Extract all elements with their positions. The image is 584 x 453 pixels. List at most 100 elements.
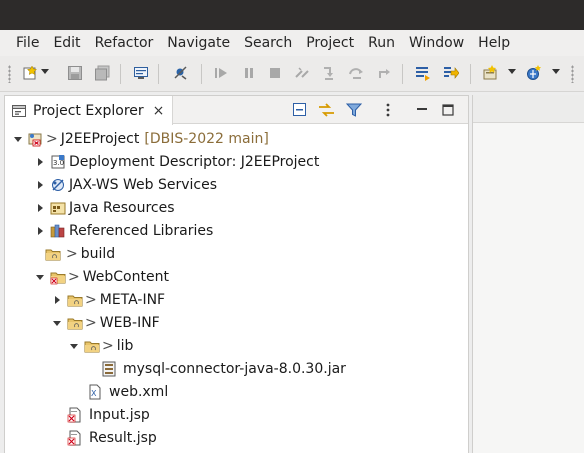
tree-row-meta-inf[interactable]: > META-INF	[52, 289, 165, 311]
folder-icon	[67, 315, 83, 331]
skip-breakpoints-icon[interactable]	[173, 65, 189, 81]
tree-label: mysql-connector-java-8.0.30.jar	[123, 361, 346, 377]
project-explorer-icon	[11, 103, 27, 119]
menu-window[interactable]: Window	[402, 30, 471, 56]
tree-label: build	[80, 246, 116, 262]
menu-project[interactable]: Project	[299, 30, 361, 56]
library-icon	[50, 223, 66, 239]
toolbar-separator	[120, 64, 121, 84]
tree-row-web-xml[interactable]: X web.xml	[87, 381, 168, 403]
expand-arrow-icon[interactable]	[13, 134, 23, 144]
menu-search[interactable]: Search	[237, 30, 299, 56]
menu-navigate[interactable]: Navigate	[160, 30, 237, 56]
tree-label: lib	[116, 338, 134, 354]
disconnect-icon[interactable]	[294, 65, 310, 81]
filter-icon[interactable]	[346, 102, 362, 118]
tree-label: WebContent	[82, 269, 169, 285]
svg-text:3.0: 3.0	[53, 159, 64, 167]
expand-arrow-icon[interactable]	[35, 203, 45, 213]
toolbar-grip[interactable]	[571, 65, 574, 83]
folder-icon	[84, 338, 100, 354]
tree-row-java-resources[interactable]: Java Resources	[35, 197, 175, 219]
tree-row-webcontent[interactable]: > WebContent	[35, 266, 169, 288]
web-services-icon	[50, 177, 66, 193]
new-server-dropdown-icon[interactable]	[508, 69, 516, 74]
tree-label: Java Resources	[69, 200, 175, 216]
save-icon[interactable]	[67, 65, 83, 81]
tree-row-deployment-descriptor[interactable]: 3.0 Deployment Descriptor: J2EEProject	[35, 151, 319, 173]
menu-run[interactable]: Run	[361, 30, 402, 56]
jar-icon	[101, 361, 117, 377]
tree-label: Result.jsp	[89, 430, 157, 446]
toolbar-separator	[402, 64, 403, 84]
tree-label: J2EEProject	[60, 131, 140, 147]
folder-icon	[45, 246, 61, 262]
expand-arrow-icon[interactable]	[35, 157, 45, 167]
expand-arrow-icon[interactable]	[52, 295, 62, 305]
expand-arrow-icon[interactable]	[35, 180, 45, 190]
tree-row-web-services[interactable]: JAX-WS Web Services	[35, 174, 217, 196]
toolbar-separator	[158, 64, 159, 84]
toolbar-separator	[470, 64, 471, 84]
window-titlebar	[0, 0, 584, 30]
expand-arrow-icon[interactable]	[35, 226, 45, 236]
tree-row-lib[interactable]: > lib	[69, 335, 133, 357]
menu-edit[interactable]: Edit	[46, 30, 87, 56]
link-with-editor-icon[interactable]	[318, 102, 336, 118]
tree-label: JAX-WS Web Services	[69, 177, 218, 193]
minimize-icon[interactable]	[415, 102, 429, 118]
step-into-icon[interactable]	[321, 65, 337, 81]
run-tasks-icon[interactable]	[415, 65, 431, 81]
menu-bar: File Edit Refactor Navigate Search Proje…	[0, 30, 584, 56]
toolbar-grip[interactable]	[8, 65, 11, 83]
git-dirty-marker: >	[46, 131, 58, 147]
tree-row-referenced-libraries[interactable]: Referenced Libraries	[35, 220, 213, 242]
tree-row-project[interactable]: > J2EEProject [DBIS-2022 main]	[13, 128, 269, 150]
expand-arrow-icon[interactable]	[35, 272, 45, 282]
close-icon[interactable]: ×	[153, 104, 165, 118]
tree-label: META-INF	[99, 292, 166, 308]
menu-file[interactable]: File	[9, 30, 46, 56]
tree-row-mysql-jar[interactable]: mysql-connector-java-8.0.30.jar	[101, 358, 346, 380]
tab-project-explorer[interactable]: Project Explorer ×	[5, 96, 173, 125]
new-dropdown-icon[interactable]	[41, 69, 49, 74]
next-annotation-icon[interactable]	[443, 65, 459, 81]
jsp-file-icon	[67, 430, 83, 446]
main-toolbar	[0, 56, 584, 92]
git-dirty-marker: >	[66, 246, 78, 262]
save-all-icon[interactable]	[94, 65, 110, 81]
view-menu-icon[interactable]	[385, 102, 391, 118]
tree-row-result-jsp[interactable]: Result.jsp	[67, 427, 157, 449]
suspend-icon[interactable]	[241, 65, 257, 81]
new-web-service-icon[interactable]	[526, 65, 542, 81]
tree-label: WEB-INF	[99, 315, 160, 331]
git-dirty-marker: >	[85, 292, 97, 308]
menu-refactor[interactable]: Refactor	[88, 30, 161, 56]
new-server-icon[interactable]	[482, 65, 498, 81]
view-title: Project Explorer	[33, 102, 144, 119]
expand-arrow-icon[interactable]	[52, 318, 62, 328]
tree-label: web.xml	[109, 384, 169, 400]
xml-file-icon: X	[87, 384, 103, 400]
editor-area	[472, 95, 584, 453]
tree-label: Referenced Libraries	[69, 223, 214, 239]
tree-row-build[interactable]: > build	[45, 243, 115, 265]
menu-help[interactable]: Help	[471, 30, 517, 56]
expand-arrow-icon[interactable]	[69, 341, 79, 351]
editor-tab-strip	[473, 95, 584, 123]
maximize-icon[interactable]	[441, 102, 455, 118]
collapse-all-icon[interactable]	[292, 102, 308, 118]
step-return-icon[interactable]	[376, 65, 392, 81]
tree-label: Deployment Descriptor: J2EEProject	[69, 154, 320, 170]
new-web-service-dropdown-icon[interactable]	[552, 69, 560, 74]
tree-row-input-jsp[interactable]: Input.jsp	[67, 404, 150, 426]
new-icon[interactable]	[22, 65, 38, 81]
java-resources-icon	[50, 200, 66, 216]
terminate-icon[interactable]	[267, 65, 283, 81]
open-console-icon[interactable]	[133, 65, 149, 81]
tree-row-web-inf[interactable]: > WEB-INF	[52, 312, 160, 334]
resume-icon[interactable]	[213, 65, 229, 81]
folder-icon	[50, 269, 66, 285]
step-over-icon[interactable]	[348, 65, 364, 81]
toolbar-separator	[201, 64, 202, 84]
